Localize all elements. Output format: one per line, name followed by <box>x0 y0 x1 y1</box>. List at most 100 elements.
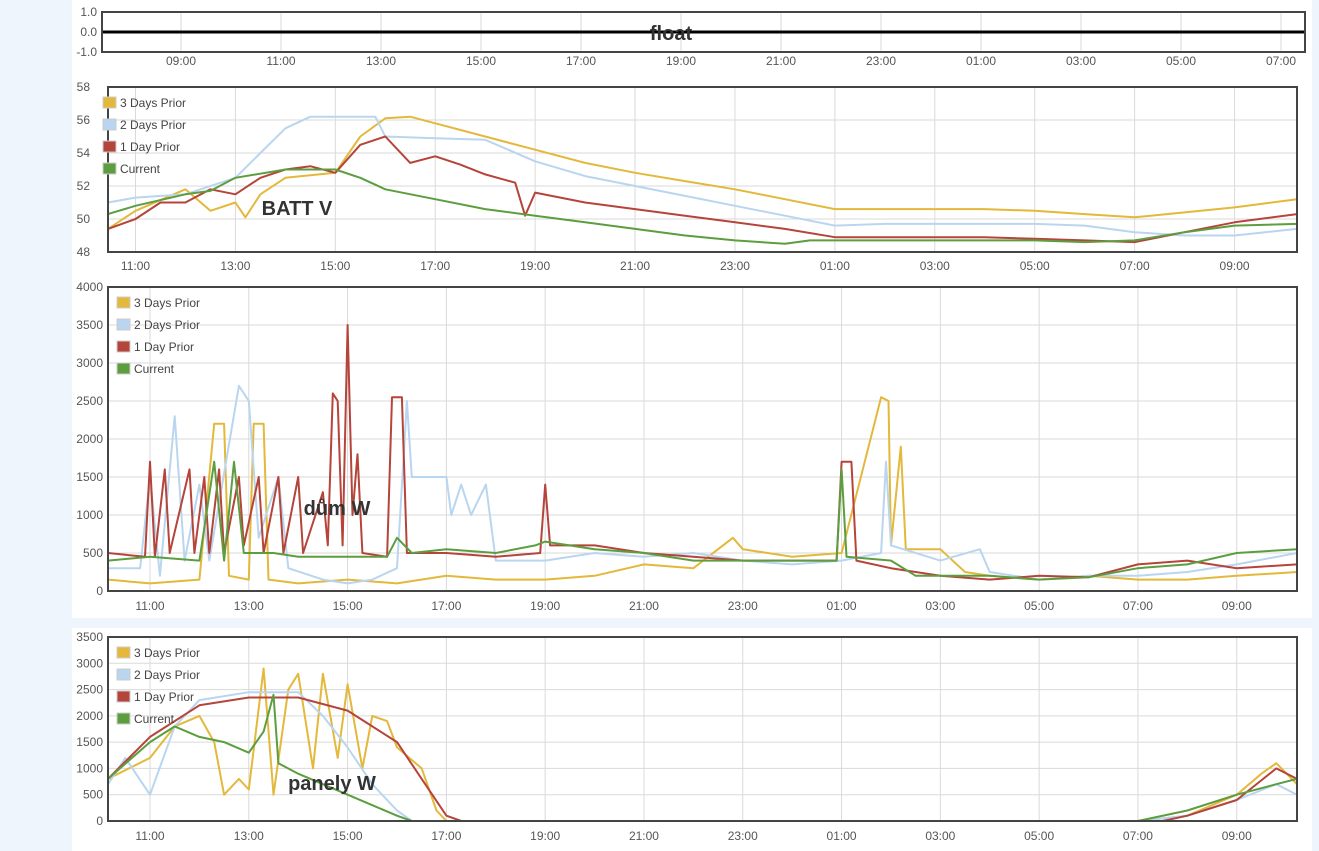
legend-swatch <box>116 668 131 681</box>
x-tick-label: 17:00 <box>420 259 450 273</box>
legend-label[interactable]: 3 Days Prior <box>120 96 186 110</box>
y-tick-label: 52 <box>77 179 91 193</box>
y-tick-label: 0.0 <box>80 25 97 39</box>
y-tick-label: 3000 <box>76 656 103 670</box>
x-tick-label: 01:00 <box>820 259 850 273</box>
x-tick-label: 03:00 <box>925 599 955 613</box>
legend-label[interactable]: 1 Day Prior <box>134 340 194 354</box>
series-line-2-days-prior <box>108 384 1297 585</box>
y-tick-label: 1.0 <box>80 5 97 19</box>
x-tick-label: 07:00 <box>1123 829 1153 843</box>
y-tick-label: 3500 <box>76 318 103 332</box>
x-tick-label: 09:00 <box>1220 259 1250 273</box>
x-tick-label: 07:00 <box>1266 54 1296 68</box>
series-line-1-day-prior <box>108 135 1297 244</box>
legend-swatch <box>102 118 117 131</box>
x-tick-label: 23:00 <box>720 259 750 273</box>
y-tick-label: 0 <box>96 584 103 598</box>
float-chart: 09:00 11:00 13:00 15:00 17:00 19:00 21:00 23:00… <box>76 5 1306 68</box>
x-tick-label: 09:00 <box>166 54 196 68</box>
legend-label[interactable]: 2 Days Prior <box>134 668 200 682</box>
batt-v-chart: 11:00 13:00 15:00 17:00 19:00 21:00 23:00 01:00… <box>77 80 1298 273</box>
legend-label[interactable]: 1 Day Prior <box>134 690 194 704</box>
x-tick-label: 03:00 <box>1066 54 1096 68</box>
x-tick-label: 23:00 <box>728 599 758 613</box>
house-w-chart: 11:00 13:00 15:00 17:00 19:00 21:00 23:00 01:00… <box>76 280 1298 613</box>
x-tick-label: 19:00 <box>530 829 560 843</box>
legend-swatch <box>116 362 131 375</box>
x-tick-label: 19:00 <box>666 54 696 68</box>
legend-label[interactable]: Current <box>134 712 175 726</box>
y-tick-label: 54 <box>77 146 91 160</box>
x-tick-label: 15:00 <box>466 54 496 68</box>
panels-w-chart: 11:00 13:00 15:00 17:00 19:00 21:00 23:00 01:00… <box>76 630 1298 843</box>
x-tick-label: 03:00 <box>920 259 950 273</box>
legend-swatch <box>102 96 117 109</box>
x-tick-label: 01:00 <box>827 829 857 843</box>
y-tick-label: 1000 <box>76 761 103 775</box>
x-tick-label: 15:00 <box>333 829 363 843</box>
x-tick-label: 01:00 <box>966 54 996 68</box>
x-tick-label: 05:00 <box>1020 259 1050 273</box>
x-tick-label: 17:00 <box>431 829 461 843</box>
legend-label[interactable]: 1 Day Prior <box>120 140 180 154</box>
x-tick-label: 05:00 <box>1024 829 1054 843</box>
y-tick-label: 2500 <box>76 394 103 408</box>
x-tick-label: 05:00 <box>1166 54 1196 68</box>
y-tick-label: 2500 <box>76 683 103 697</box>
y-tick-label: 3000 <box>76 356 103 370</box>
x-tick-label: 21:00 <box>629 829 659 843</box>
y-tick-label: 50 <box>77 212 91 226</box>
legend-swatch <box>116 296 131 309</box>
x-tick-label: 01:00 <box>827 599 857 613</box>
x-tick-label: 13:00 <box>234 599 264 613</box>
y-tick-label: 4000 <box>76 280 103 294</box>
y-tick-label: 2000 <box>76 432 103 446</box>
y-tick-label: 56 <box>77 113 91 127</box>
x-tick-label: 11:00 <box>135 599 164 613</box>
y-tick-label: 0 <box>96 814 103 828</box>
y-tick-label: 500 <box>83 546 103 560</box>
x-tick-label: 21:00 <box>620 259 650 273</box>
legend-label[interactable]: 2 Days Prior <box>134 318 200 332</box>
legend-swatch <box>116 340 131 353</box>
x-tick-label: 19:00 <box>530 599 560 613</box>
x-tick-label: 11:00 <box>121 259 150 273</box>
y-tick-label: 2000 <box>76 709 103 723</box>
x-tick-label: 11:00 <box>135 829 164 843</box>
y-tick-label: 1000 <box>76 508 103 522</box>
legend-label[interactable]: 3 Days Prior <box>134 296 200 310</box>
x-tick-label: 05:00 <box>1024 599 1054 613</box>
x-tick-label: 19:00 <box>520 259 550 273</box>
series-line-2-days-prior <box>108 691 1297 821</box>
legend-label[interactable]: 3 Days Prior <box>134 646 200 660</box>
x-tick-label: 21:00 <box>766 54 796 68</box>
legend-swatch <box>102 140 117 153</box>
x-tick-label: 07:00 <box>1120 259 1150 273</box>
legend-swatch <box>116 712 131 725</box>
x-tick-label: 21:00 <box>629 599 659 613</box>
legend-label[interactable]: Current <box>134 362 175 376</box>
y-tick-label: -1.0 <box>76 45 97 59</box>
x-tick-label: 03:00 <box>925 829 955 843</box>
legend-swatch <box>116 646 131 659</box>
x-tick-label: 09:00 <box>1222 829 1252 843</box>
y-tick-label: 1500 <box>76 735 103 749</box>
legend-swatch <box>116 690 131 703</box>
series-line-current <box>108 693 1297 821</box>
y-tick-label: 58 <box>77 80 91 94</box>
y-tick-label: 3500 <box>76 630 103 644</box>
legend-label[interactable]: 2 Days Prior <box>120 118 186 132</box>
x-tick-label: 15:00 <box>333 599 363 613</box>
x-tick-label: 13:00 <box>234 829 264 843</box>
x-tick-label: 23:00 <box>728 829 758 843</box>
x-tick-label: 23:00 <box>866 54 896 68</box>
x-tick-label: 17:00 <box>566 54 596 68</box>
legend-label[interactable]: Current <box>120 162 161 176</box>
chart-title: BATT V <box>262 198 333 220</box>
x-tick-label: 09:00 <box>1222 599 1252 613</box>
x-tick-label: 15:00 <box>320 259 350 273</box>
y-tick-label: 500 <box>83 788 103 802</box>
charts-canvas: 09:00 11:00 13:00 15:00 17:00 19:00 21:00 23:00… <box>76 5 1306 843</box>
x-tick-label: 17:00 <box>431 599 461 613</box>
